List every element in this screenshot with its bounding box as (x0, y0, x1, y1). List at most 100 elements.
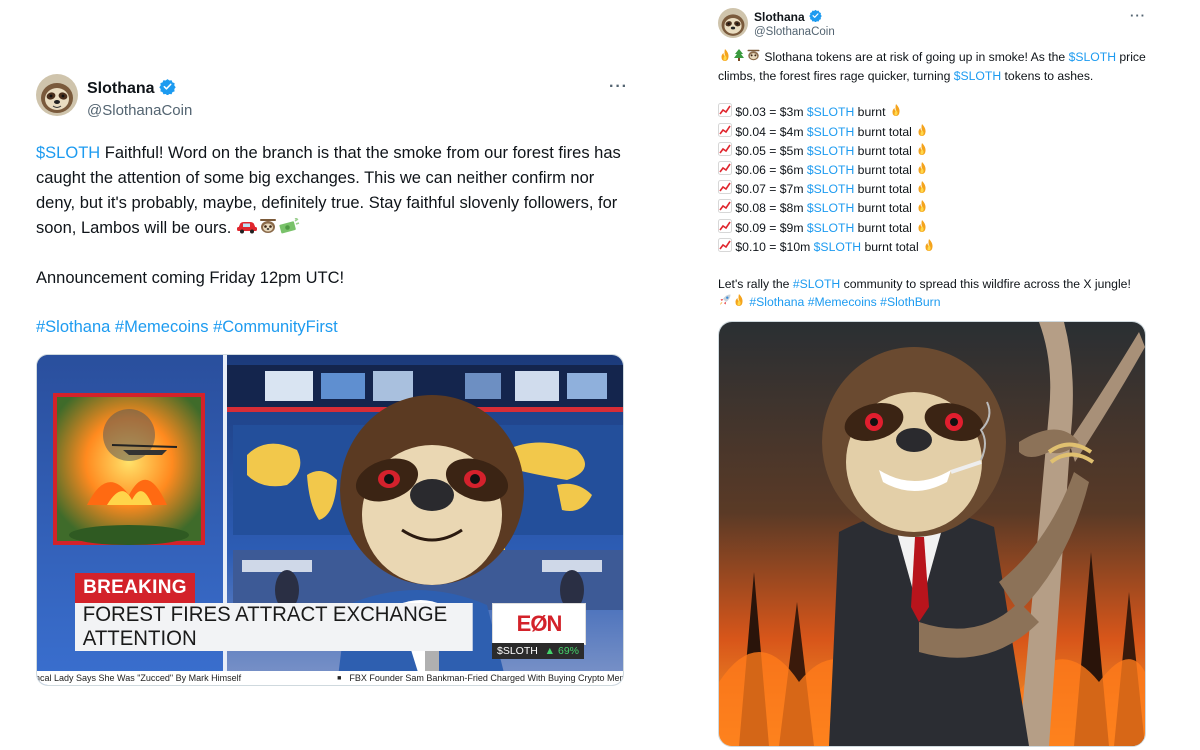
hashtag-row: #Slothana #Memecoins #CommunityFirst (36, 315, 621, 340)
intro-text: Slothana tokens are at risk of going up … (761, 50, 1069, 64)
more-icon[interactable]: ··· (1130, 8, 1146, 23)
fire-icon (732, 293, 746, 312)
right-tweet: Slothana @SlothanaCoin ··· Slothana toke… (718, 8, 1148, 748)
burn-row: $0.03 = $3m $SLOTH burnt (718, 103, 1146, 122)
money-icon (278, 217, 300, 242)
tweet-text: Slothana tokens are at risk of going up … (718, 48, 1146, 312)
hashtag-link[interactable]: #Slothana (36, 318, 110, 336)
news-crawl: ncal Lady Says She Was "Zucced" By Mark … (37, 671, 623, 685)
cashtag-link[interactable]: $SLOTH (807, 105, 854, 119)
burn-tail: burnt total (854, 163, 916, 178)
display-name[interactable]: Slothana (754, 10, 805, 24)
cashtag-link[interactable]: $SLOTH (807, 144, 854, 158)
chart-up-icon (718, 237, 732, 257)
fire-icon (889, 103, 903, 122)
hashtag-link[interactable]: #SLOTH (793, 277, 840, 291)
handle[interactable]: @SlothanaCoin (754, 26, 835, 38)
cashtag-link[interactable]: $SLOTH (954, 69, 1001, 83)
chart-up-icon (718, 161, 732, 180)
hashtag-link[interactable]: #Memecoins (808, 295, 877, 309)
fire-icon (915, 123, 929, 142)
fire-icon (915, 219, 929, 238)
burn-schedule-list: $0.03 = $3m $SLOTH burnt $0.04 = $4m $SL… (718, 103, 1146, 257)
cashtag-link[interactable]: $SLOTH (807, 221, 854, 235)
cashtag-link[interactable]: $SLOTH (36, 144, 100, 162)
avatar[interactable] (36, 74, 78, 116)
cashtag-link[interactable]: $SLOTH (807, 182, 854, 196)
sloth-fire-image[interactable] (718, 321, 1146, 748)
crawl-item: ncal Lady Says She Was "Zucced" By Mark … (37, 673, 242, 683)
burn-price: $0.05 = $5m (732, 143, 807, 158)
burn-row: $0.09 = $9m $SLOTH burnt total (718, 218, 1146, 238)
burn-tail: burnt (854, 105, 889, 120)
tweet-text: $SLOTH Faithful! Word on the branch is t… (36, 141, 621, 340)
burn-price: $0.08 = $8m (732, 201, 807, 216)
burn-tail: burnt total (854, 124, 916, 139)
hashtag-link[interactable]: #SlothBurn (880, 295, 940, 309)
more-icon[interactable]: ··· (609, 78, 628, 96)
cashtag-link[interactable]: $SLOTH (814, 240, 861, 254)
avatar[interactable] (718, 8, 748, 38)
chart-up-icon (718, 218, 732, 238)
burn-price: $0.07 = $7m (732, 182, 807, 197)
tweet-header: Slothana @SlothanaCoin ··· (718, 8, 1148, 38)
rocket-icon (718, 293, 732, 312)
burn-row: $0.08 = $8m $SLOTH burnt total (718, 199, 1146, 218)
chart-up-icon (718, 199, 732, 218)
cashtag-link[interactable]: $SLOTH (807, 125, 854, 139)
burn-price: $0.04 = $4m (732, 124, 807, 139)
sloth-icon (746, 48, 761, 67)
announcement-text: Announcement coming Friday 12pm UTC! (36, 269, 345, 287)
tree-icon (732, 48, 746, 67)
burn-tail: burnt total (854, 201, 916, 216)
display-name[interactable]: Slothana (87, 80, 155, 98)
tweet-header: Slothana @SlothanaCoin ··· (36, 74, 628, 119)
cashtag-link[interactable]: $SLOTH (1069, 50, 1116, 64)
burn-row: $0.05 = $5m $SLOTH burnt total (718, 141, 1146, 161)
burn-price: $0.10 = $10m (732, 239, 814, 254)
fire-icon (915, 199, 929, 218)
rally-text: community to spread this wildfire across… (840, 277, 1131, 292)
chart-up-icon (718, 180, 732, 199)
rally-text: Let's rally the (718, 277, 793, 292)
fire-icon (922, 238, 936, 257)
headline-banner: FOREST FIRES ATTRACT EXCHANGE ATTENTION (75, 603, 473, 651)
burn-row: $0.10 = $10m $SLOTH burnt total (718, 237, 1146, 257)
fire-icon (915, 161, 929, 180)
cashtag-link[interactable]: $SLOTH (807, 201, 854, 215)
verified-badge-icon (158, 78, 176, 100)
author-names: Slothana @SlothanaCoin (754, 9, 835, 38)
burn-tail: burnt total (861, 239, 923, 254)
cashtag-link[interactable]: $SLOTH (807, 163, 854, 177)
handle[interactable]: @SlothanaCoin (87, 102, 192, 119)
burn-price: $0.06 = $6m (732, 163, 807, 178)
burn-price: $0.03 = $3m (732, 105, 807, 120)
hashtag-link[interactable]: #Slothana (749, 295, 804, 309)
fire-icon (718, 48, 732, 67)
intro-paragraph: Slothana tokens are at risk of going up … (718, 48, 1146, 85)
chart-up-icon (718, 141, 732, 161)
display-name-row[interactable]: Slothana (754, 9, 835, 25)
verified-badge-icon (808, 9, 822, 25)
chart-up-icon (718, 122, 732, 142)
crawl-item: FBX Founder Sam Bankman-Fried Charged Wi… (349, 673, 623, 683)
left-tweet: Slothana @SlothanaCoin ··· $SLOTH Faithf… (36, 74, 628, 686)
news-image[interactable]: BREAKING FOREST FIRES ATTRACT EXCHANGE A… (36, 354, 624, 686)
burn-tail: burnt total (854, 220, 916, 235)
chart-up-icon (718, 103, 732, 122)
author-names: Slothana @SlothanaCoin (87, 78, 192, 119)
sloth-icon (258, 217, 278, 242)
burn-tail: burnt total (854, 143, 916, 158)
burn-row: $0.06 = $6m $SLOTH burnt total (718, 161, 1146, 180)
hashtag-link[interactable]: #CommunityFirst (213, 318, 338, 336)
fire-icon (915, 180, 929, 199)
hashtag-link[interactable]: #Memecoins (115, 318, 209, 336)
price-ticker: $SLOTH ▲ 69% (492, 643, 584, 659)
display-name-row[interactable]: Slothana (87, 78, 192, 100)
tweet-paragraph: $SLOTH Faithful! Word on the branch is t… (36, 141, 621, 242)
fire-icon (915, 142, 929, 161)
network-logo: EØN (492, 603, 586, 645)
rally-paragraph: Let's rally the #SLOTH community to spre… (718, 275, 1146, 312)
burn-price: $0.09 = $9m (732, 220, 807, 235)
burn-row: $0.07 = $7m $SLOTH burnt total (718, 180, 1146, 199)
